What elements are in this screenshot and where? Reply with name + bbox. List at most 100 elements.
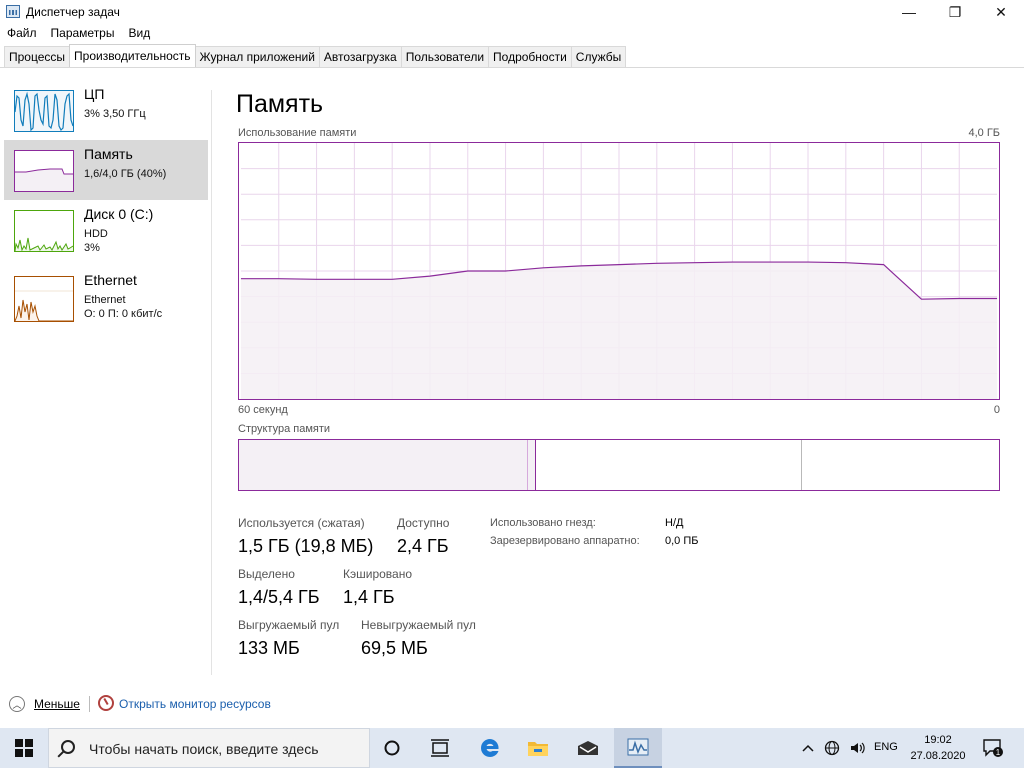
folder-icon <box>528 742 548 756</box>
resource-ethernet[interactable]: Ethernet Ethernet О: 0 П: 0 кбит/с <box>4 266 208 326</box>
fewer-details-button[interactable]: Меньше <box>34 697 80 711</box>
resource-memory-usage: 1,6/4,0 ГБ (40%) <box>84 168 167 180</box>
edge-browser-icon <box>481 739 499 757</box>
page-title: Память <box>236 90 324 118</box>
memory-usage-area <box>240 262 998 399</box>
slots-used-label: Использовано гнезд: <box>490 517 596 529</box>
composition-in-use <box>239 440 528 490</box>
stat-cached-value: 1,4 ГБ <box>343 587 395 607</box>
stat-cached-label: Кэшировано <box>343 567 413 581</box>
close-icon: ✕ <box>995 3 1007 20</box>
network-tray-button[interactable] <box>820 728 844 768</box>
taskbar-search-box[interactable]: Чтобы начать поиск, введите здесь <box>48 728 370 768</box>
stat-available-label: Доступно <box>397 516 450 530</box>
resource-disk[interactable]: Диск 0 (C:) HDD 3% <box>4 200 208 260</box>
search-icon <box>61 740 75 754</box>
ethernet-thumbnail-graph <box>14 276 74 322</box>
resource-cpu[interactable]: ЦП 3% 3,50 ГГц <box>4 80 208 140</box>
open-resource-monitor-link[interactable]: Открыть монитор ресурсов <box>119 697 271 711</box>
resource-monitor-icon <box>98 695 114 711</box>
menu-file[interactable]: Файл <box>0 24 44 44</box>
stat-paged-pool-label: Выгружаемый пул <box>238 618 340 632</box>
menu-view[interactable]: Вид <box>121 24 157 44</box>
resource-cpu-name: ЦП <box>84 86 105 102</box>
footer-bar: ︿ Меньше Открыть монитор ресурсов <box>0 690 1024 718</box>
task-view-icon <box>431 739 449 757</box>
resource-disk-type: HDD <box>84 228 108 240</box>
show-hidden-icons-button[interactable] <box>796 728 820 768</box>
usage-graph-max: 4,0 ГБ <box>968 127 1000 139</box>
taskbar: Чтобы начать поиск, введите здесь ENG 19… <box>0 728 1024 768</box>
file-explorer-button[interactable] <box>514 728 562 768</box>
restore-button[interactable]: ❐ <box>932 0 978 24</box>
stat-in-use-value: 1,5 ГБ (19,8 МБ) <box>238 536 374 556</box>
stat-committed-value: 1,4/5,4 ГБ <box>238 587 320 607</box>
cortana-circle-icon <box>384 740 400 756</box>
minimize-button[interactable]: — <box>886 0 932 24</box>
resource-cpu-usage: 3% 3,50 ГГц <box>84 108 146 120</box>
stat-available-value: 2,4 ГБ <box>397 536 449 556</box>
task-view-button[interactable] <box>368 728 416 768</box>
chevron-up-icon <box>802 744 814 752</box>
system-clock[interactable]: 19:02 27.08.2020 <box>906 732 970 764</box>
hardware-reserved-value: 0,0 ПБ <box>665 535 699 547</box>
resource-memory-name: Память <box>84 146 133 162</box>
structure-label: Структура памяти <box>238 423 331 435</box>
task-manager-app-icon <box>6 5 20 18</box>
task-manager-window: Диспетчер задач — ❐ ✕ Файл Параметры Вид… <box>0 0 1024 768</box>
timeline-button[interactable] <box>416 728 464 768</box>
notification-count: 1 <box>996 748 1001 757</box>
menu-options[interactable]: Параметры <box>44 24 122 44</box>
taskbar-search-placeholder: Чтобы начать поиск, введите здесь <box>89 741 319 757</box>
window-title: Диспетчер задач <box>26 5 120 19</box>
composition-free <box>802 440 999 490</box>
resource-ethernet-throughput: О: 0 П: 0 кбит/с <box>84 308 163 320</box>
volume-tray-button[interactable] <box>845 728 869 768</box>
tab-processes[interactable]: Процессы <box>4 46 71 67</box>
minimize-icon: — <box>902 4 916 20</box>
windows-logo-icon <box>15 739 33 757</box>
disk-thumbnail-graph <box>14 210 74 252</box>
fewer-details-icon[interactable]: ︿ <box>9 696 25 712</box>
cpu-thumbnail-graph <box>14 90 74 132</box>
input-language-indicator[interactable]: ENG <box>874 741 898 753</box>
resource-ethernet-adapter: Ethernet <box>84 294 126 306</box>
footer-separator <box>89 696 90 712</box>
stat-paged-pool-value: 133 МБ <box>238 638 300 658</box>
tab-users[interactable]: Пользователи <box>400 46 490 67</box>
memory-composition-bar <box>238 439 1000 491</box>
usage-graph-label: Использование памяти <box>238 127 357 139</box>
resource-memory[interactable]: Память 1,6/4,0 ГБ (40%) <box>4 140 208 200</box>
edge-taskbar-button[interactable] <box>466 728 514 768</box>
clock-date: 27.08.2020 <box>910 750 966 762</box>
tab-services[interactable]: Службы <box>570 46 627 67</box>
tab-app-history[interactable]: Журнал приложений <box>194 46 320 67</box>
notifications-icon: 1 <box>983 739 1003 757</box>
composition-standby <box>536 440 802 490</box>
tab-performance[interactable]: Производительность <box>69 44 196 67</box>
tab-startup[interactable]: Автозагрузка <box>318 46 402 67</box>
title-bar: Диспетчер задач — ❐ ✕ <box>0 0 1024 24</box>
close-button[interactable]: ✕ <box>978 0 1024 24</box>
mail-button[interactable] <box>564 728 612 768</box>
time-axis-end: 0 <box>993 404 1000 416</box>
time-axis-start: 60 секунд <box>238 404 288 416</box>
tab-details[interactable]: Подробности <box>488 46 572 67</box>
clock-time: 19:02 <box>924 734 952 746</box>
sidebar-divider <box>211 90 212 675</box>
stat-nonpaged-pool-label: Невыгружаемый пул <box>361 618 476 632</box>
memory-usage-graph <box>238 142 1000 400</box>
memory-thumbnail-graph <box>14 150 74 192</box>
mail-icon <box>578 741 598 755</box>
task-manager-taskbar-button[interactable] <box>614 728 662 768</box>
action-center-button[interactable]: 1 <box>978 728 1008 768</box>
speaker-icon <box>851 742 865 754</box>
stat-committed-label: Выделено <box>238 567 295 581</box>
stat-in-use-label: Используется (сжатая) <box>238 516 365 530</box>
resource-disk-name: Диск 0 (C:) <box>84 206 154 222</box>
tab-strip: Процессы Производительность Журнал прило… <box>4 44 627 68</box>
stat-nonpaged-pool-value: 69,5 МБ <box>361 638 428 658</box>
start-button[interactable] <box>0 728 48 768</box>
network-globe-icon <box>824 740 840 756</box>
hardware-reserved-label: Зарезервировано аппаратно: <box>490 535 640 547</box>
